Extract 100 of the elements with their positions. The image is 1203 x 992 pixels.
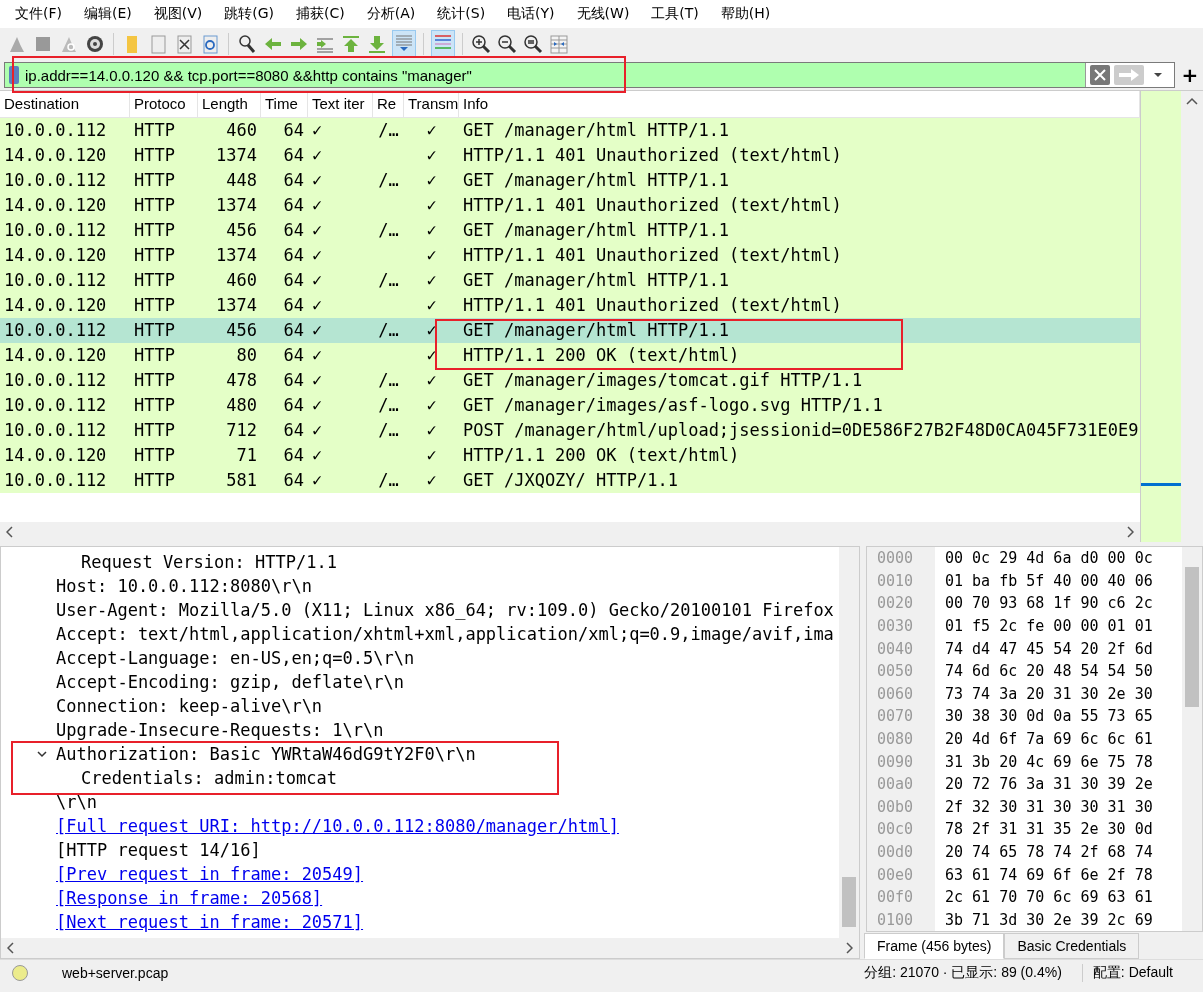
search-icon[interactable] (236, 33, 258, 55)
table-cell-text: 460 (225, 119, 258, 142)
menu-item[interactable]: 帮助(H) (709, 5, 782, 23)
zoom-reset-icon[interactable] (522, 33, 544, 55)
bookmark-icon[interactable] (9, 66, 19, 84)
scroll-left-icon[interactable] (6, 526, 14, 538)
tree-item[interactable]: Accept-Encoding: gzip, deflate\r\n (56, 670, 404, 694)
table-cell-text: /… (377, 369, 400, 392)
tree-item[interactable]: Accept: text/html,application/xhtml+xml,application/xml;q=0.9,image/avif,ima (56, 622, 834, 646)
tree-item[interactable]: [HTTP request 14/16] (56, 838, 261, 862)
menu-item[interactable]: 工具(T) (640, 5, 710, 23)
gear-icon[interactable] (84, 33, 106, 55)
packet-row[interactable]: 14.0.0.120 HTTP 71 64 ✓ ✓ HTTP/1.1 200 OK (text/html) (0, 443, 1140, 468)
table-cell-text: 64 (282, 194, 305, 217)
menu-item[interactable]: 编辑(E) (73, 5, 143, 23)
table-cell-text: GET /manager/images/tomcat.gif HTTP/1.1 (462, 369, 864, 392)
menu-item[interactable]: 无线(W) (565, 5, 641, 23)
hex-offset: 0000 (867, 547, 935, 570)
packet-row[interactable]: 14.0.0.120 HTTP 1374 64 ✓ ✓ HTTP/1.1 401 Unauthorized (text/html) (0, 293, 1140, 318)
menu-item[interactable]: 文件(F) (4, 5, 73, 23)
caret-down-icon[interactable] (36, 748, 48, 760)
scroll-up-icon[interactable] (1186, 97, 1198, 105)
packet-row[interactable]: 10.0.0.112 HTTP 478 64 ✓ /… ✓ GET /manager/images/tomcat.gif HTTP/1.1 (0, 368, 1140, 393)
table-cell-text: 14.0.0.120 (3, 244, 108, 267)
zoom-in-icon[interactable] (470, 33, 492, 55)
column-header[interactable]: Text iter (308, 91, 373, 117)
packet-row[interactable]: 10.0.0.112 HTTP 480 64 ✓ /… ✓ GET /manager/images/asf-logo.svg HTTP/1.1 (0, 393, 1140, 418)
add-filter-button[interactable]: + (1181, 63, 1199, 87)
tree-item[interactable]: Upgrade-Insecure-Requests: 1\r\n (56, 718, 384, 742)
zoom-out-icon[interactable] (496, 33, 518, 55)
scroll-right-icon[interactable] (845, 942, 853, 954)
table-cell-text: 64 (282, 369, 305, 392)
table-cell-text: HTTP (133, 344, 176, 367)
packet-row[interactable]: 14.0.0.120 HTTP 1374 64 ✓ ✓ HTTP/1.1 401 Unauthorized (text/html) (0, 143, 1140, 168)
menu-item[interactable]: 电话(Y) (496, 5, 566, 23)
table-cell-text: 456 (225, 219, 258, 242)
table-cell-text: 1374 (215, 144, 258, 167)
tree-item[interactable]: Authorization: Basic YWRtaW46dG9tY2F0\r\n (56, 742, 476, 766)
table-cell-text: /… (377, 419, 400, 442)
clear-icon[interactable] (1090, 65, 1110, 85)
table-cell-text: 71 (235, 444, 258, 467)
packet-row[interactable]: 10.0.0.112 HTTP 460 64 ✓ /… ✓ GET /manager/html HTTP/1.1 (0, 268, 1140, 293)
arrow-up-icon[interactable] (340, 33, 362, 55)
check-mark: ✓ (425, 169, 438, 192)
column-header[interactable]: Protoco (130, 91, 198, 117)
tree-item[interactable]: Accept-Language: en-US,en;q=0.5\r\n (56, 646, 415, 670)
link[interactable]: [Next request in frame: 20571] (56, 910, 364, 934)
tree-item[interactable]: \r\n (56, 790, 97, 814)
tree-item[interactable]: Credentials: admin:tomcat (81, 766, 337, 790)
scrollbar[interactable] (1182, 547, 1202, 931)
hex-offset: 00f0 (867, 885, 935, 909)
tree-item[interactable]: Connection: keep-alive\r\n (56, 694, 323, 718)
table-cell-text: 14.0.0.120 (3, 194, 108, 217)
hex-bytes: 00 70 93 68 1f 90 c6 2c (944, 594, 1153, 613)
hex-offset: 00e0 (867, 863, 935, 886)
table-cell-text: HTTP (133, 169, 176, 192)
column-header[interactable]: Time (261, 91, 308, 117)
link[interactable]: [Full request URI: http://10.0.0.112:8080/manager/html] (56, 814, 619, 838)
hex-bytes: 30 38 30 0d 0a 55 73 65 (944, 707, 1153, 726)
column-header[interactable]: Transm (404, 91, 459, 117)
link[interactable]: [Prev request in frame: 20549] (56, 862, 364, 886)
tree-item[interactable]: User-Agent: Mozilla/5.0 (X11; Linux x86_64; rv:109.0) Gecko/20100101 Firefox (56, 598, 834, 622)
scroll-left-icon[interactable] (7, 942, 15, 954)
scrollbar[interactable] (839, 547, 859, 938)
check-mark: ✓ (311, 369, 324, 392)
packet-row[interactable]: 10.0.0.112 HTTP 448 64 ✓ /… ✓ GET /manager/html HTTP/1.1 (0, 168, 1140, 193)
arrow-down-icon[interactable] (366, 33, 388, 55)
table-cell-text: 14.0.0.120 (3, 144, 108, 167)
tree-item[interactable]: Host: 10.0.0.112:8080\r\n (56, 574, 312, 598)
column-header[interactable]: Re (373, 91, 404, 117)
link[interactable]: [Response in frame: 20568] (56, 886, 323, 910)
packet-row[interactable]: 10.0.0.112 HTTP 456 64 ✓ /… ✓ GET /manager/html HTTP/1.1 (0, 218, 1140, 243)
tab[interactable]: Frame (456 bytes) (864, 933, 1005, 959)
column-header[interactable]: Length (198, 91, 261, 117)
table-cell-text: HTTP (133, 369, 176, 392)
tab[interactable]: Basic Credentials (1004, 933, 1140, 959)
menu-item[interactable]: 视图(V) (142, 5, 214, 23)
column-header[interactable]: Destination (0, 91, 130, 117)
table-cell-text: 14.0.0.120 (3, 344, 108, 367)
check-mark: ✓ (311, 469, 324, 492)
packet-row[interactable]: 14.0.0.120 HTTP 1374 64 ✓ ✓ HTTP/1.1 401 Unauthorized (text/html) (0, 193, 1140, 218)
packet-row[interactable]: 14.0.0.120 HTTP 1374 64 ✓ ✓ HTTP/1.1 401 Unauthorized (text/html) (0, 243, 1140, 268)
table-cell-text: 10.0.0.112 (3, 219, 108, 242)
packet-row[interactable]: 10.0.0.112 HTTP 712 64 ✓ /… ✓ POST /manager/html/upload;jsessionid=0DE586F27B2F48D0CA045F731E0E9 (0, 418, 1140, 443)
packet-row[interactable]: 10.0.0.112 HTTP 460 64 ✓ /… ✓ GET /manager/html HTTP/1.1 (0, 118, 1140, 143)
menu-item[interactable]: 统计(S) (426, 5, 497, 23)
menu-item[interactable]: 分析(A) (355, 5, 427, 23)
packet-row[interactable]: 10.0.0.112 HTTP 456 64 ✓ /… ✓ GET /manager/html HTTP/1.1 (0, 318, 1140, 343)
scroll-right-icon[interactable] (1126, 526, 1134, 538)
menu-item[interactable]: 跳转(G) (213, 5, 286, 23)
packet-row[interactable]: 14.0.0.120 HTTP 80 64 ✓ ✓ HTTP/1.1 200 OK (text/html) (0, 343, 1140, 368)
table-cell-text: 64 (282, 244, 305, 267)
check-mark: ✓ (311, 144, 324, 167)
menu-item[interactable]: 捕获(C) (285, 5, 356, 23)
packet-row[interactable]: 10.0.0.112 HTTP 581 64 ✓ /… ✓ GET /JXQOZY/ HTTP/1.1 (0, 468, 1140, 493)
tree-item[interactable]: Request Version: HTTP/1.1 (81, 550, 337, 574)
status-dot-icon[interactable] (12, 965, 28, 981)
profile-label[interactable]: 配置: Default (1092, 964, 1203, 982)
display-filter-field[interactable]: ip.addr==14.0.0.120 && tcp.port==8080 &&http contains "manager" (4, 62, 1175, 88)
packet-minimap[interactable] (1140, 91, 1181, 542)
